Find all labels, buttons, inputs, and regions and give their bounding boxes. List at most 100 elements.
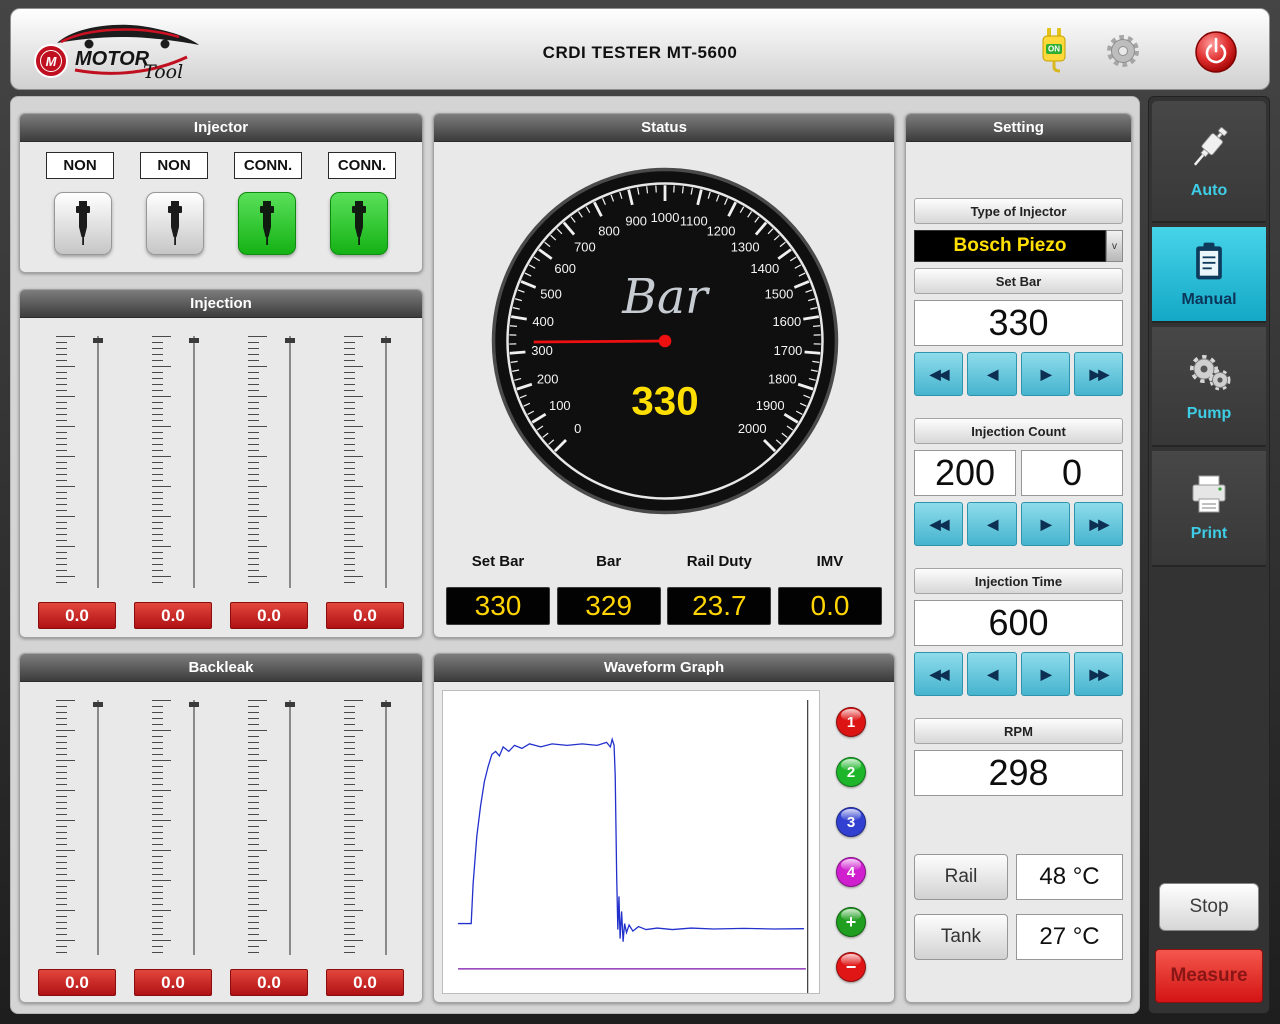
sidebar-item-print[interactable]: Print [1152, 451, 1266, 567]
set-bar-fast-increase-button[interactable]: ▶▶ [1074, 352, 1123, 396]
backleak-panel: Backleak 0.0 0.0 0.0 0.0 [19, 653, 423, 1003]
set-bar-row: 330 [914, 300, 1123, 346]
set-bar-decrease-button[interactable]: ◀ [967, 352, 1016, 396]
sidebar-item-manual[interactable]: Manual [1152, 227, 1266, 323]
injection-gauge-1: 0.0 [38, 336, 116, 629]
main-workspace: Injector NON NON CONN. CONN. [10, 96, 1140, 1014]
svg-text:1600: 1600 [772, 314, 801, 329]
slider-track[interactable] [193, 700, 195, 955]
slider-track[interactable] [385, 700, 387, 955]
status-panel: Status 010020030040050060070080090010001… [433, 113, 895, 638]
injection-time-nav: ◀◀ ◀ ▶ ▶▶ [914, 652, 1123, 696]
svg-text:200: 200 [537, 372, 559, 387]
scale-ruler [344, 336, 363, 588]
injection-count-target: 200 [914, 450, 1016, 496]
slider-thumb[interactable] [93, 702, 103, 707]
sidebar-item-auto[interactable]: Auto [1152, 101, 1266, 223]
waveform-plot [442, 690, 820, 994]
injection-value-1: 0.0 [38, 602, 116, 629]
tank-temp-row: Tank 27 °C [914, 914, 1123, 960]
slider-track[interactable] [193, 336, 195, 588]
slider-track[interactable] [385, 336, 387, 588]
injection-count-increase-button[interactable]: ▶ [1021, 502, 1070, 546]
slider-track[interactable] [289, 700, 291, 955]
injector-2-status: NON [140, 152, 208, 179]
zoom-in-button[interactable]: + [836, 907, 866, 937]
settings-gear-icon[interactable] [1103, 31, 1143, 71]
injector-button-row [20, 192, 422, 255]
stop-button[interactable]: Stop [1159, 883, 1259, 931]
measure-button[interactable]: Measure [1155, 949, 1263, 1003]
svg-text:1300: 1300 [731, 240, 760, 255]
injection-time-label: Injection Time [914, 568, 1123, 594]
injector-1-button[interactable] [54, 192, 112, 255]
injector-2-button[interactable] [146, 192, 204, 255]
scale-ruler [152, 700, 171, 955]
injector-type-value[interactable]: Bosch Piezo [914, 230, 1106, 262]
svg-text:1700: 1700 [774, 343, 803, 358]
backleak-value-1: 0.0 [38, 969, 116, 996]
set-bar-increase-button[interactable]: ▶ [1021, 352, 1070, 396]
slider-thumb[interactable] [93, 338, 103, 343]
waveform-channel-2-button[interactable]: 2 [836, 757, 866, 787]
rpm-label: RPM [914, 718, 1123, 744]
injection-time-row: 600 [914, 600, 1123, 646]
tank-temp-button[interactable]: Tank [914, 914, 1008, 960]
tank-temp-value: 27 °C [1016, 914, 1123, 960]
plug-on-label: ON [1048, 45, 1060, 54]
injector-4-status: CONN. [328, 152, 396, 179]
slider-thumb[interactable] [285, 702, 295, 707]
injection-value-2: 0.0 [134, 602, 212, 629]
injector-status-row: NON NON CONN. CONN. [20, 152, 422, 179]
injection-value-4: 0.0 [326, 602, 404, 629]
waveform-channel-3-button[interactable]: 3 [836, 807, 866, 837]
plus-icon: + [846, 912, 857, 933]
slider-thumb[interactable] [285, 338, 295, 343]
dropdown-caret-icon[interactable]: v [1106, 230, 1123, 262]
injection-time-increase-button[interactable]: ▶ [1021, 652, 1070, 696]
rail-temp-value: 48 °C [1016, 854, 1123, 900]
readout-imv: IMV 0.0 [778, 553, 882, 625]
slider-thumb[interactable] [381, 338, 391, 343]
slider-thumb[interactable] [189, 702, 199, 707]
rail-temp-button[interactable]: Rail [914, 854, 1008, 900]
injector-icon [1183, 122, 1235, 174]
injection-time-fast-decrease-button[interactable]: ◀◀ [914, 652, 963, 696]
waveform-channel-4-button[interactable]: 4 [836, 857, 866, 887]
injection-time-decrease-button[interactable]: ◀ [967, 652, 1016, 696]
backleak-gauge-4: 0.0 [326, 700, 404, 996]
slider-thumb[interactable] [189, 338, 199, 343]
slider-track[interactable] [289, 336, 291, 588]
slider-track[interactable] [97, 700, 99, 955]
waveform-panel: Waveform Graph 1 2 3 4 + − [433, 653, 895, 1003]
injection-count-fast-increase-button[interactable]: ▶▶ [1074, 502, 1123, 546]
set-bar-fast-decrease-button[interactable]: ◀◀ [914, 352, 963, 396]
power-button[interactable] [1193, 29, 1239, 75]
injector-icon [70, 201, 96, 247]
scale-ruler [248, 700, 267, 955]
slider-track[interactable] [97, 336, 99, 588]
backleak-gauge-1: 0.0 [38, 700, 116, 996]
rpm-row: 298 [914, 750, 1123, 796]
zoom-out-button[interactable]: − [836, 952, 866, 982]
app-title: CRDI TESTER MT-5600 [11, 43, 1269, 63]
svg-text:900: 900 [625, 214, 647, 229]
injector-3-button[interactable] [238, 192, 296, 255]
readout-set-bar: Set Bar 330 [446, 553, 550, 625]
clipboard-icon [1187, 239, 1231, 283]
injector-type-dropdown[interactable]: Bosch Piezo v [914, 230, 1123, 262]
injection-time-fast-increase-button[interactable]: ▶▶ [1074, 652, 1123, 696]
set-bar-value: 330 [914, 300, 1123, 346]
power-plug-icon[interactable]: ON [1036, 27, 1072, 77]
injection-gauge-4: 0.0 [326, 336, 404, 629]
scale-ruler [56, 336, 75, 588]
injection-count-fast-decrease-button[interactable]: ◀◀ [914, 502, 963, 546]
backleak-value-3: 0.0 [230, 969, 308, 996]
set-bar-label: Set Bar [914, 268, 1123, 294]
injector-4-button[interactable] [330, 192, 388, 255]
waveform-channel-1-button[interactable]: 1 [836, 707, 866, 737]
svg-text:2000: 2000 [738, 421, 767, 436]
injection-count-decrease-button[interactable]: ◀ [967, 502, 1016, 546]
sidebar-item-pump[interactable]: Pump [1152, 327, 1266, 447]
slider-thumb[interactable] [381, 702, 391, 707]
